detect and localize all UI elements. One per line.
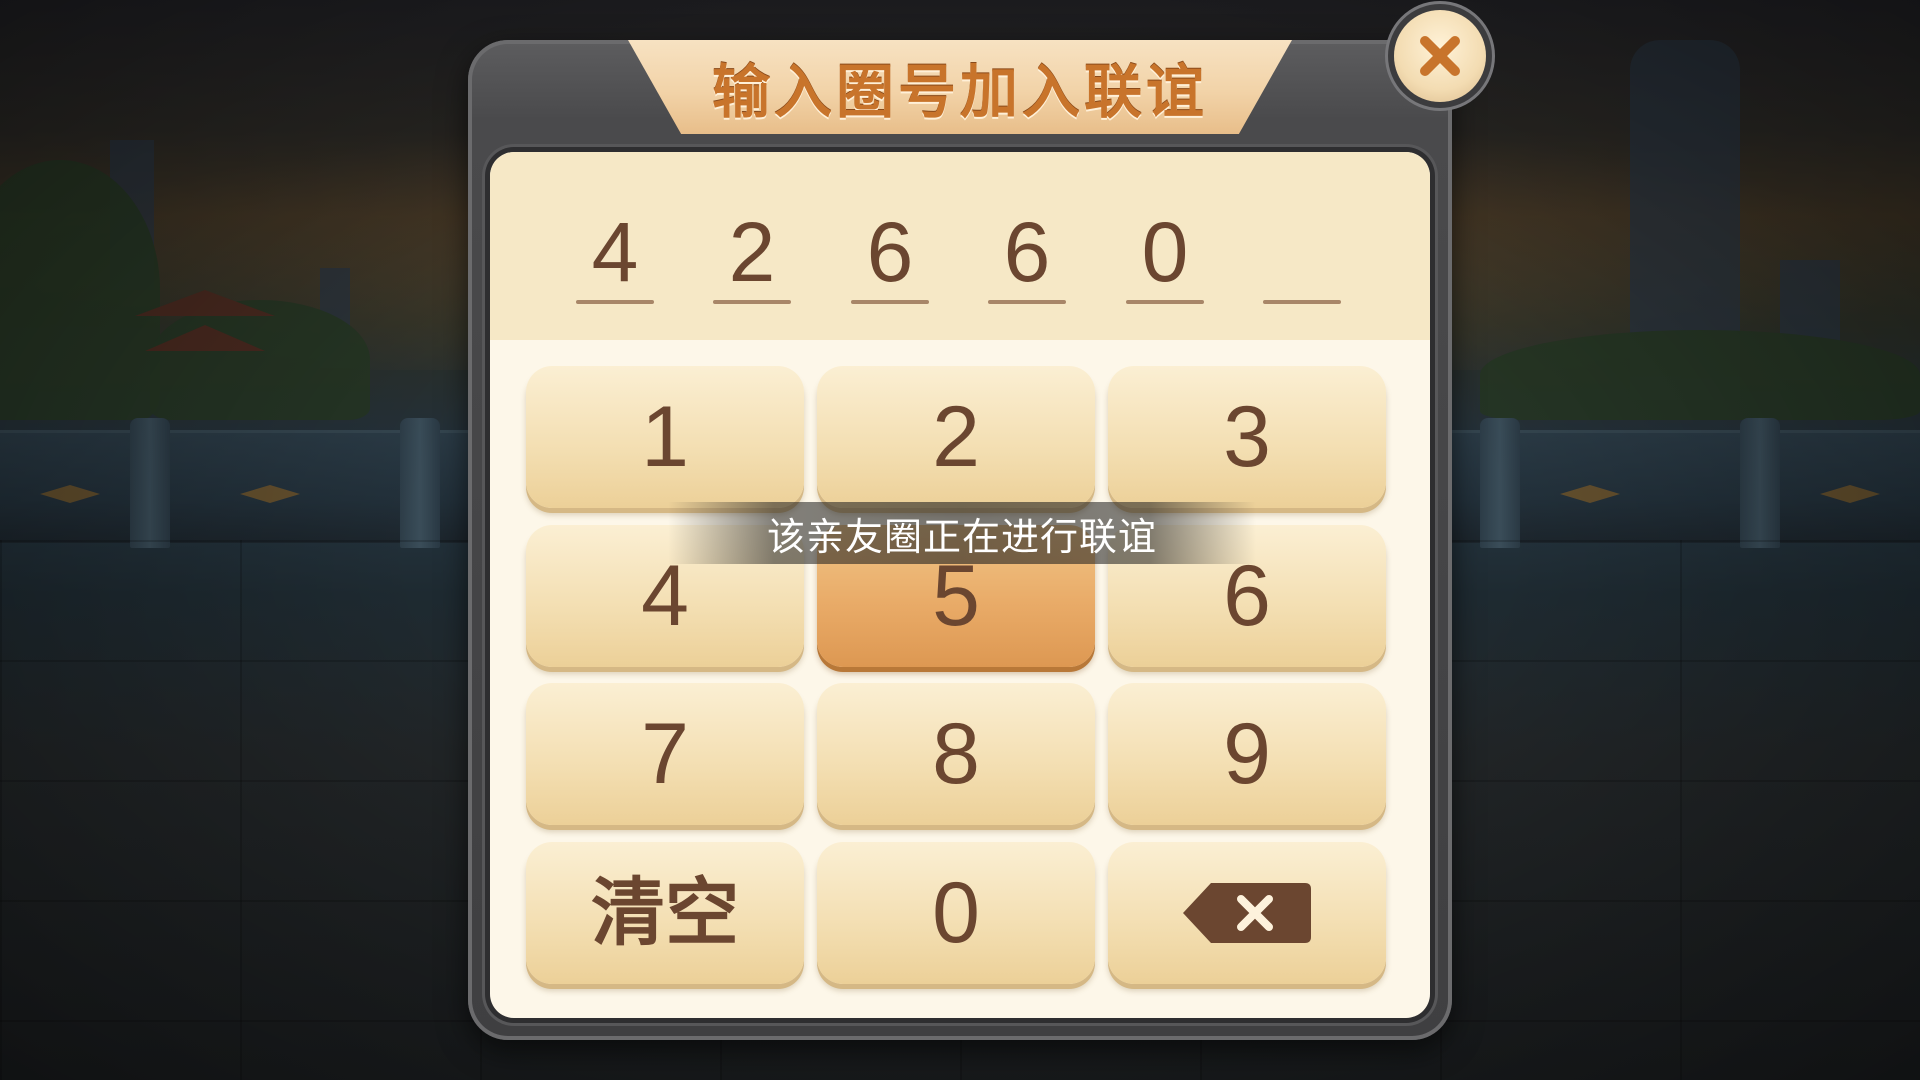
- key-1[interactable]: 1: [526, 366, 804, 508]
- code-slot: 0: [1126, 205, 1204, 304]
- backspace-button[interactable]: [1108, 842, 1386, 984]
- key-label: 1: [641, 389, 689, 485]
- code-digit: [1263, 210, 1341, 294]
- toast-notification: 该亲友圈正在进行联谊: [668, 502, 1256, 564]
- key-label: 6: [1223, 548, 1271, 644]
- code-digit: 0: [1141, 205, 1189, 299]
- key-label: 8: [932, 706, 980, 802]
- key-label: 2: [932, 389, 980, 485]
- dialog-title: 输入圈号加入联谊: [711, 58, 1208, 126]
- code-digit: 6: [866, 205, 914, 299]
- code-slot: [1263, 210, 1341, 304]
- code-underline: [1263, 300, 1341, 304]
- key-label: 9: [1223, 706, 1271, 802]
- key-3[interactable]: 3: [1108, 366, 1386, 508]
- key-label: 0: [932, 865, 980, 961]
- code-underline: [713, 300, 791, 304]
- code-underline: [576, 300, 654, 304]
- key-8[interactable]: 8: [817, 683, 1095, 825]
- key-2[interactable]: 2: [817, 366, 1095, 508]
- title-banner: 输入圈号加入联谊: [628, 40, 1292, 134]
- key-7[interactable]: 7: [526, 683, 804, 825]
- code-slot: 4: [576, 205, 654, 304]
- close-icon: [1420, 36, 1460, 76]
- key-label: 4: [641, 548, 689, 644]
- clear-button[interactable]: 清空: [526, 842, 804, 984]
- clear-label: 清空: [591, 870, 739, 956]
- key-9[interactable]: 9: [1108, 683, 1386, 825]
- game-screen: 输入圈号加入联谊 4 2 6 6 0 1 2 3 4 5 6 7 8 9 清空 …: [0, 0, 1920, 1080]
- key-label: 3: [1223, 389, 1271, 485]
- toast-message: 该亲友圈正在进行联谊: [766, 514, 1157, 559]
- close-button[interactable]: [1394, 10, 1486, 102]
- keypad-panel: 4 2 6 6 0 1 2 3 4 5 6 7 8 9 清空 0: [490, 152, 1430, 1018]
- code-digit: 6: [1003, 205, 1051, 299]
- code-slot: 6: [988, 205, 1066, 304]
- code-slot: 2: [713, 205, 791, 304]
- key-0[interactable]: 0: [817, 842, 1095, 984]
- code-underline: [988, 300, 1066, 304]
- code-underline: [1126, 300, 1204, 304]
- code-digit: 2: [728, 205, 776, 299]
- backspace-icon: [1183, 883, 1311, 943]
- key-label: 7: [641, 706, 689, 802]
- code-display: 4 2 6 6 0: [490, 152, 1430, 340]
- code-digit: 4: [591, 205, 639, 299]
- code-underline: [851, 300, 929, 304]
- key-label: 5: [932, 548, 980, 644]
- code-slot: 6: [851, 205, 929, 304]
